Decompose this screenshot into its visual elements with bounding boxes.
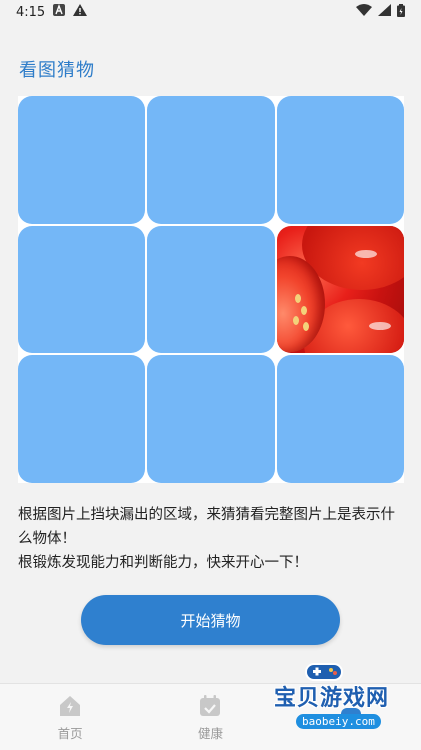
start-guess-button[interactable]: 开始猜物 (81, 595, 340, 645)
wifi-icon (356, 4, 372, 20)
bottom-nav: 首页 健康 (0, 683, 421, 750)
home-icon (60, 695, 81, 716)
cover-block[interactable] (18, 225, 146, 354)
warning-icon (73, 4, 88, 20)
signal-icon (378, 4, 391, 20)
cover-block[interactable] (147, 355, 275, 483)
cover-block[interactable] (147, 225, 275, 354)
status-bar: 4:15 (0, 0, 421, 24)
nav-item-health[interactable]: 健康 (140, 684, 280, 750)
cover-block[interactable] (18, 96, 146, 224)
revealed-image-tile (276, 225, 404, 354)
game-description: 根据图片上挡块漏出的区域，来猜猜看完整图片上是表示什么物体！ 根锻炼发现能力和判… (18, 503, 408, 575)
puzzle-grid (18, 96, 404, 483)
game-icon (340, 708, 361, 722)
nav-item-home[interactable]: 首页 (0, 684, 140, 750)
cover-block[interactable] (276, 355, 404, 483)
cover-block[interactable] (147, 96, 275, 224)
description-line-2: 根锻炼发现能力和判断能力，快来开心一下！ (18, 555, 308, 571)
gamepad-icon (305, 663, 343, 681)
nav-item-game[interactable] (281, 684, 421, 750)
cover-block[interactable] (18, 355, 146, 483)
nav-label-health: 健康 (197, 725, 223, 741)
page-title: 看图猜物 (19, 60, 95, 81)
calendar-check-icon (200, 694, 221, 716)
nav-label-home: 首页 (57, 725, 83, 741)
description-line-1: 根据图片上挡块漏出的区域，来猜猜看完整图片上是表示什么物体！ (18, 507, 395, 547)
cover-block[interactable] (276, 96, 404, 224)
notification-a-icon (53, 4, 66, 20)
status-time: 4:15 (16, 4, 46, 20)
battery-icon (397, 3, 405, 21)
